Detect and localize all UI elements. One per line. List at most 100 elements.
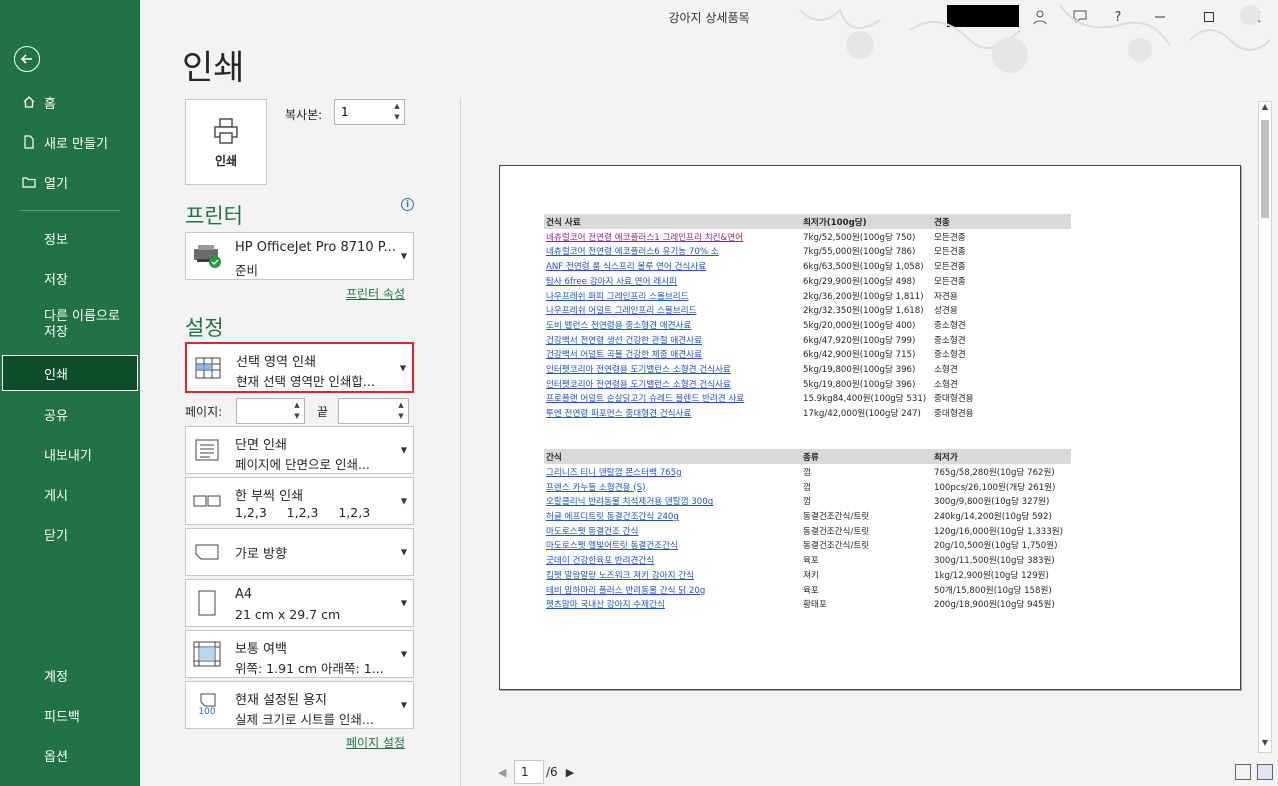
- sheet-cell: 껌: [803, 467, 811, 478]
- sheet-link-cell[interactable]: 마도로스펫 동결건조 간식: [546, 525, 638, 537]
- home-icon: [20, 95, 38, 109]
- show-margins-icon[interactable]: [1235, 764, 1251, 780]
- pages-to-stepper[interactable]: ▲ ▼: [338, 398, 409, 424]
- pages-from-input[interactable]: [237, 399, 290, 423]
- pages-to-spin-arrows[interactable]: ▲ ▼: [396, 400, 406, 422]
- sheet-link-cell[interactable]: 투엔 전연령 퍼포먼스 중대형견 건식사료: [546, 407, 691, 419]
- page-setup-link[interactable]: 페이지 설정: [346, 734, 405, 751]
- sheet-link-cell[interactable]: 인터펫코리아 전연령용 도기밸런스 소형견 건식사료: [546, 363, 731, 375]
- new-document-icon: [20, 135, 38, 149]
- help-icon[interactable]: ?: [1107, 6, 1129, 28]
- sheet-cell: 17kg/42,000원(100g당 247): [803, 409, 921, 420]
- margins-dropdown[interactable]: 보통 여백 위쪽: 1.91 cm 아래쪽: 1... ▼: [185, 630, 414, 678]
- sheet-link-cell[interactable]: 펫츠맘마 국내산 강아지 수제간식: [546, 598, 665, 610]
- sheet-cell: 성견용: [934, 306, 958, 317]
- sheet-cell: 껌: [803, 497, 811, 508]
- scroll-down-arrow[interactable]: ▼: [1259, 738, 1271, 752]
- sidebar-item-publish[interactable]: 게시: [0, 476, 140, 512]
- copies-spin-arrows[interactable]: ▲ ▼: [392, 101, 402, 123]
- sheet-link-cell[interactable]: ANF 전연령 룸 식스프리 볼루 연어 건식사료: [546, 260, 706, 272]
- sheet-link-cell[interactable]: 테비 맘하마리 플러스 반려동물 간식 닭 20g: [546, 584, 705, 596]
- sheet-link-cell[interactable]: 건강백서 어덜트 곡물 건강한 체중 애견사료: [546, 348, 702, 360]
- sheet-cell: 져키: [803, 570, 819, 581]
- sides-dropdown[interactable]: 단면 인쇄 페이지에 단면으로 인쇄... ▼: [185, 426, 414, 474]
- sidebar-item-close[interactable]: 닫기: [0, 516, 140, 552]
- sheet-link-cell[interactable]: 도비 밸런스 전연령용 중소형견 애견사료: [546, 319, 691, 331]
- collate-dropdown[interactable]: 한 부씩 인쇄 1,2,3 1,2,3 1,2,3 ▼: [185, 477, 414, 525]
- sidebar-item-save-as[interactable]: 다른 이름으로 저장: [0, 303, 140, 347]
- sheet-cell: 5kg/19,800원(100g당 396): [803, 379, 916, 390]
- back-arrow-icon[interactable]: [14, 46, 40, 72]
- sheet-link-cell[interactable]: 나우프레쉬 퍼피 그레인프리 스몰브리드: [546, 290, 689, 302]
- sheet-cell: 중소형견: [934, 350, 966, 361]
- copies-stepper[interactable]: ▲▼: [334, 99, 405, 125]
- sheet-header-row: 건식 사료 최저가(100g당) 견종: [544, 214, 1071, 229]
- sheet-link-cell[interactable]: 네츄럴코어 전연령 에코플러스1 그레인프리 치킨&연어: [546, 231, 743, 243]
- sides-title: 단면 인쇄: [235, 438, 287, 453]
- sheet-cell: 동결건조간식/트릿: [803, 541, 870, 552]
- feedback-icon[interactable]: [1069, 6, 1091, 28]
- sheet-link-cell[interactable]: 건강백서 전연령 생선 건강한 관절 애견사료: [546, 334, 702, 346]
- sheet-link-cell[interactable]: 프렌스 카누들 소형견용 (S): [546, 481, 645, 493]
- sheet-link-cell[interactable]: 굿데이 건강한육포 반려견간식: [546, 554, 654, 566]
- user-icon[interactable]: [1029, 6, 1051, 28]
- sheet-cell: 6kg/47,920원(100g당 799): [803, 335, 916, 346]
- info-icon[interactable]: i: [401, 198, 414, 211]
- scroll-thumb[interactable]: [1261, 120, 1269, 218]
- printer-dropdown[interactable]: HP OfficeJet Pro 8710 P... 준비 ▼: [185, 232, 414, 280]
- copies-input[interactable]: [335, 100, 390, 124]
- sheet-link-cell[interactable]: 나우프레쉬 어덜트 그레인프리 스몰브리드: [546, 304, 697, 316]
- sheet-cell: 껌: [803, 482, 811, 493]
- sheet-link-cell[interactable]: 마도로스펫 엘빛어트릿 동결건조간식: [546, 539, 678, 551]
- sheet-link-cell[interactable]: 인터펫코리아 전연령용 도기밸런스 소형견 건식사료: [546, 378, 731, 390]
- sheet-header-cell: 최저가(100g당): [803, 218, 867, 228]
- settings-section-title: 설정: [185, 316, 224, 340]
- sheet-link-cell[interactable]: 네츄럴코어 전연령 에코플러스6 유기농 70% 소: [546, 245, 719, 257]
- pages-to-input[interactable]: [339, 399, 394, 423]
- sheet-link-cell[interactable]: 허글 에프디트릿 동결건조간식 240g: [546, 510, 679, 522]
- account-name-box[interactable]: [947, 5, 1019, 27]
- sidebar-item-open[interactable]: 열기: [0, 164, 140, 200]
- minimize-icon[interactable]: [1149, 6, 1171, 28]
- scroll-up-arrow[interactable]: ▲: [1259, 102, 1271, 116]
- sheet-link-cell[interactable]: 그리니즈 티니 덴탈껌 몬스터백 765g: [546, 466, 682, 478]
- sheet-row: 굿데이 건강한육포 반려견간식 육포 300g/11,500원(10g당 383원): [544, 552, 1071, 567]
- next-page-icon[interactable]: ▶: [566, 766, 576, 779]
- print-area-dropdown[interactable]: 선택 영역 인쇄 현재 선택 영역만 인쇄합... ▼: [185, 342, 414, 393]
- sidebar-item-export[interactable]: 내보내기: [0, 436, 140, 472]
- scaling-dropdown[interactable]: 100 현재 설정된 용지 실제 크기로 시트를 인쇄... ▼: [185, 681, 414, 729]
- print-button[interactable]: 인쇄: [185, 99, 267, 185]
- landscape-page-icon: [192, 537, 222, 567]
- current-page-input[interactable]: 1: [514, 760, 544, 784]
- sidebar-item-info[interactable]: 정보: [0, 220, 140, 256]
- sheet-cell: 300g/11,500원(10g당 383원): [934, 556, 1055, 567]
- sidebar-item-account[interactable]: 계정: [0, 657, 140, 693]
- sidebar-item-share[interactable]: 공유: [0, 396, 140, 432]
- sidebar-item-home[interactable]: 홈: [0, 84, 140, 120]
- scaling-icon-text: 100: [198, 707, 216, 717]
- sidebar-item-new[interactable]: 새로 만들기: [0, 124, 140, 160]
- preview-scrollbar[interactable]: ▲ ▼: [1258, 101, 1272, 753]
- sidebar-item-options[interactable]: 옵션: [0, 737, 140, 773]
- maximize-icon[interactable]: [1198, 6, 1220, 28]
- sidebar-item-save[interactable]: 저장: [0, 260, 140, 296]
- print-button-label: 인쇄: [214, 153, 238, 168]
- sidebar-item-print[interactable]: 인쇄: [2, 355, 138, 391]
- sheet-link-cell[interactable]: 탐사 6free 강아지 사료 연어 레시피: [546, 275, 677, 287]
- printer-properties-link[interactable]: 프린터 속성: [346, 285, 405, 302]
- sheet-link-cell[interactable]: 킵펫 말랑말랑 노즈워크 져키 강아지 간식: [546, 569, 694, 581]
- sheet-row: 투엔 전연령 퍼포먼스 중대형견 건식사료 17kg/42,000원(100g당 …: [544, 405, 1071, 420]
- previous-page-icon[interactable]: ◀: [498, 766, 508, 779]
- close-icon[interactable]: [1244, 6, 1266, 28]
- paper-size-dropdown[interactable]: A4 21 cm x 29.7 cm ▼: [185, 579, 414, 627]
- sheet-cell: 765g/58,280원(10g당 762원): [934, 467, 1055, 478]
- sheet-link-cell[interactable]: 오랄클리닉 반려동물 치석제거용 덴탈껌 300g: [546, 495, 713, 507]
- sidebar-item-feedback[interactable]: 피드백: [0, 697, 140, 733]
- zoom-to-page-icon[interactable]: [1257, 764, 1273, 780]
- page-navigator: ◀ 1 /6 ▶: [498, 760, 576, 784]
- sheet-link-cell[interactable]: 프로플랜 어덜트 순살닭고기 슈레드 블렌드 반려견 사료: [546, 392, 744, 404]
- paper-size-title: A4: [235, 587, 253, 602]
- orientation-dropdown[interactable]: 가로 방향 ▼: [185, 528, 414, 576]
- pages-from-spin-arrows[interactable]: ▲ ▼: [292, 400, 302, 422]
- pages-from-stepper[interactable]: ▲ ▼: [236, 398, 305, 424]
